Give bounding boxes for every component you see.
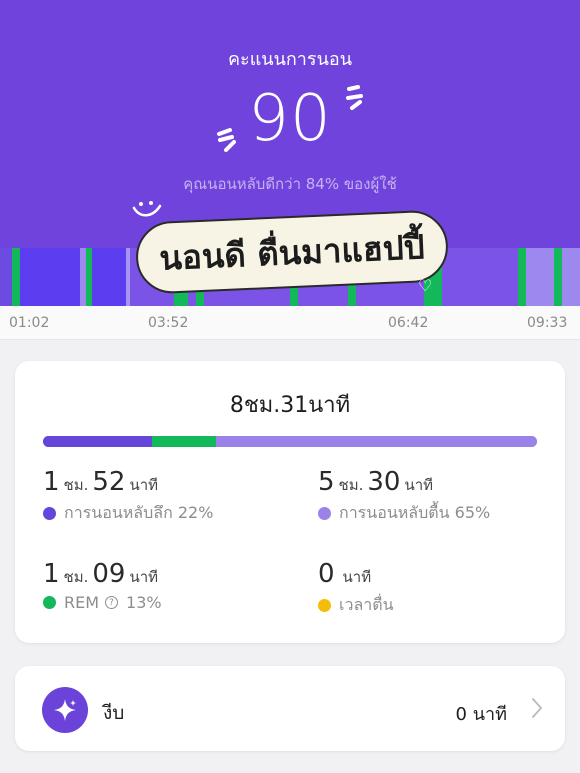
stat-label: การนอนหลับตื้น 65% <box>339 503 491 522</box>
nap-number: 0 <box>455 704 467 725</box>
nap-row[interactable]: งีบ 0 นาที <box>15 666 565 751</box>
total-hours: 8 <box>229 393 244 418</box>
stat-minutes-unit: นาที <box>129 476 159 494</box>
stat-label: REM <box>64 593 100 612</box>
axis-label: 03:52 <box>148 315 189 331</box>
score-title: คะแนนการนอน <box>227 49 352 70</box>
chart-segment <box>12 248 20 306</box>
nap-value: 0 นาที <box>456 699 507 728</box>
stat-hours-unit: ชม. <box>63 568 89 586</box>
sleep-score-value: 90 <box>248 82 332 156</box>
nap-label: งีบ <box>103 702 125 724</box>
total-minutes: 31 <box>280 393 309 418</box>
stat-value: 0 <box>318 559 335 589</box>
sparkle-left-icon <box>217 128 236 152</box>
light-sleep-stat: 5 ชม. 30 นาที การนอนหลับตื้น 65% <box>318 467 490 526</box>
hearts-doodle-icon: ♡ <box>418 276 433 295</box>
light-sleep-bar <box>215 436 537 447</box>
sleep-summary-card[interactable]: 8ชม.31นาที 1 ชม. 52 นาที การนอนหลับลึก 22% … <box>15 361 565 643</box>
light-sleep-dot <box>318 507 331 520</box>
rem-sleep-bar <box>151 436 216 447</box>
chart-segment <box>126 248 130 306</box>
nap-unit: นาที <box>472 704 507 725</box>
stat-minutes-unit: นาที <box>404 476 434 494</box>
time-axis: 01:02 03:52 06:42 09:33 <box>0 306 580 340</box>
stat-minutes: 52 <box>92 467 126 497</box>
rem-sleep-stat: 1 ชม. 09 นาที REM ? 13% <box>43 559 162 612</box>
stat-hours: 1 <box>43 559 60 589</box>
stat-minutes: 30 <box>367 467 401 497</box>
help-icon[interactable]: ? <box>105 596 119 609</box>
stat-label: เวลาตื่น <box>339 595 394 614</box>
chart-segment <box>562 248 580 306</box>
total-minutes-unit: นาที <box>308 393 351 418</box>
smile-doodle-icon <box>132 201 162 217</box>
awake-stat: 0 นาที เวลาตื่น <box>318 559 394 618</box>
deep-sleep-bar <box>43 436 152 447</box>
chart-segment <box>526 248 554 306</box>
sticker-text: นอนดี ตื่นมาแฮปปี้ <box>134 209 450 295</box>
sleep-score-header: คะแนนการนอน 90 คุณนอนหลับดีกว่า 84% ของผ… <box>0 0 580 248</box>
total-sleep-time: 8ชม.31นาที <box>15 387 565 422</box>
chart-segment <box>20 248 80 306</box>
awake-dot <box>318 599 331 612</box>
chevron-right-icon[interactable] <box>531 697 543 719</box>
chart-segment <box>518 248 526 306</box>
axis-label: 09:33 <box>527 315 568 331</box>
sparkle-right-icon <box>346 85 363 110</box>
deep-sleep-dot <box>43 507 56 520</box>
stat-minutes: 09 <box>92 559 126 589</box>
sleep-proportion-bar <box>43 436 537 447</box>
chart-segment <box>0 248 12 306</box>
stat-hours-unit: ชม. <box>338 476 364 494</box>
deep-sleep-stat: 1 ชม. 52 นาที การนอนหลับลึก 22% <box>43 467 213 526</box>
stat-unit: นาที <box>342 568 372 586</box>
rem-sleep-dot <box>43 596 56 609</box>
stat-minutes-unit: นาที <box>129 568 159 586</box>
stat-label: การนอนหลับลึก 22% <box>64 503 214 522</box>
score-comparison-text: คุณนอนหลับดีกว่า 84% ของผู้ใช้ <box>183 175 397 193</box>
rem-percent: 13% <box>126 593 162 612</box>
stat-hours-unit: ชม. <box>63 476 89 494</box>
chart-segment <box>92 248 126 306</box>
total-hours-unit: ชม. <box>243 393 281 418</box>
axis-label: 01:02 <box>9 315 50 331</box>
nap-sparkle-icon <box>42 687 88 733</box>
chart-segment <box>554 248 562 306</box>
stat-hours: 1 <box>43 467 60 497</box>
axis-label: 06:42 <box>388 315 429 331</box>
stat-hours: 5 <box>318 467 335 497</box>
